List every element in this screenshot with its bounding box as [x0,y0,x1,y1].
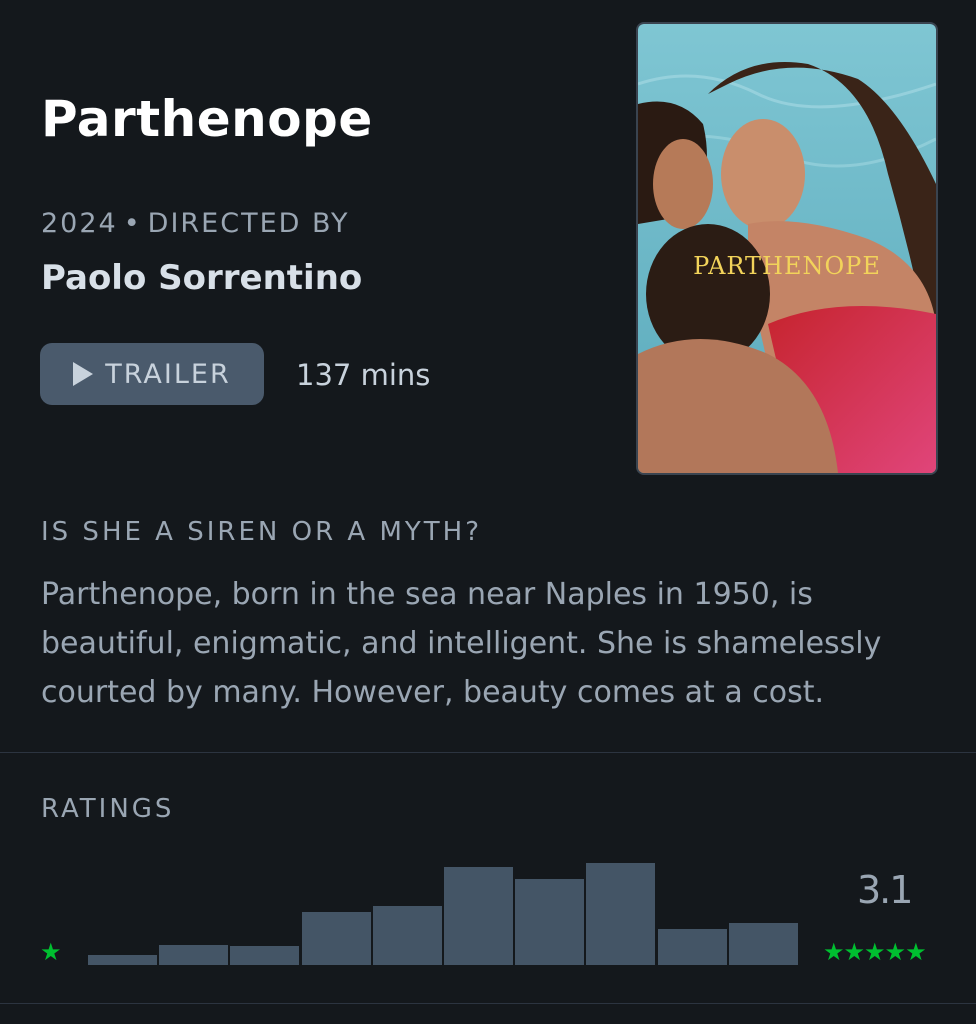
play-icon [73,362,94,386]
rating-bar-0.5[interactable] [88,955,157,965]
ratings-histogram [88,850,800,965]
synopsis: Parthenope, born in the sea near Naples … [41,577,882,710]
directed-by-label: DIRECTED BY [147,208,350,239]
tagline: IS SHE A SIREN OR A MYTH? [41,517,483,547]
rating-bar-1.5[interactable] [230,946,299,965]
rating-bar-5[interactable] [729,923,798,965]
trailer-button[interactable]: TRAILER [40,343,264,405]
rating-bar-3.5[interactable] [515,879,584,965]
rating-bar-3[interactable] [444,867,513,965]
poster-image: PARTHENOPE [638,24,936,473]
five-star-icon: ★★★★★ [823,938,927,966]
section-divider [0,752,976,753]
poster-title: PARTHENOPE [693,252,881,280]
rating-bar-4[interactable] [586,863,655,965]
director-link[interactable]: Paolo Sorrentino [41,258,362,298]
ratings-label: RATINGS [41,794,175,824]
rating-bar-4.5[interactable] [658,929,727,965]
runtime: 137 mins [296,358,431,392]
rating-bar-2.5[interactable] [373,906,442,965]
film-title: Parthenope [41,90,373,148]
rating-bar-1[interactable] [159,945,228,965]
trailer-label: TRAILER [105,358,231,390]
release-year[interactable]: 2024 [41,208,118,239]
section-divider-bottom [0,1003,976,1004]
one-star-icon: ★ [40,938,62,966]
film-meta: 2024 • DIRECTED BY [41,208,350,239]
film-poster[interactable]: PARTHENOPE [636,22,938,475]
rating-bar-2[interactable] [302,912,371,965]
separator-dot: • [123,208,142,239]
average-rating[interactable]: 3.1 [857,868,913,912]
